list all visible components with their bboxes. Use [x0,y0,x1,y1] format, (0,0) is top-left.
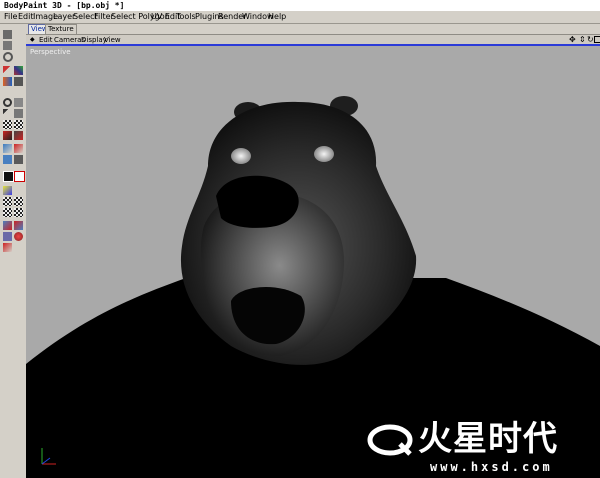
texture-tool-icon[interactable] [14,77,23,86]
render-tool-icon[interactable] [3,243,12,252]
scale-tool-icon[interactable] [3,41,12,50]
maximize-view-icon[interactable] [594,36,600,43]
material-tool-icon[interactable] [3,186,12,195]
watermark: 火星时代 www.hxsd.com [360,418,598,478]
window-title: BodyPaint 3D - [bp.obj *] [4,1,125,10]
uv-scale-icon[interactable] [14,208,23,217]
smudge-tool-icon[interactable] [14,131,23,140]
dropper-tool-icon[interactable] [3,144,12,153]
sponge-tool-icon[interactable] [14,155,23,164]
uv-project-icon[interactable] [3,232,12,241]
channel-tool-icon[interactable] [3,197,12,206]
title-bar: BodyPaint 3D - [bp.obj *] [0,0,600,11]
uv-relax-icon[interactable] [14,221,23,230]
paint-tool-icon[interactable] [14,66,23,75]
eraser-tool-icon[interactable] [14,109,23,118]
checker-a-icon[interactable] [3,120,12,129]
magnify-tool-icon[interactable] [3,98,12,107]
watermark-brand: 火星时代 [418,419,558,459]
uv-checker-icon[interactable] [14,197,23,206]
menu-bar: File Edit Image Layer Select Filter Sele… [0,11,600,24]
uv-rotate-icon[interactable] [3,221,12,230]
menu-help[interactable]: Help [268,11,286,23]
tool-palette [0,24,27,478]
menu-edit[interactable]: Edit [18,11,34,23]
checker-b-icon[interactable] [14,120,23,129]
perspective-viewport[interactable]: Perspective [26,44,600,478]
watermark-url: www.hxsd.com [430,460,553,474]
menu-file[interactable]: File [4,11,17,23]
fg-color-icon[interactable] [3,171,14,182]
bucket-tool-icon[interactable] [3,155,12,164]
brush-tool-icon[interactable] [3,66,12,75]
uv-move-icon[interactable] [3,208,12,217]
move-tool-icon[interactable] [3,30,12,39]
rotate-tool-icon[interactable] [3,52,13,62]
view-tabs: View Texture [26,24,600,34]
menu-tools[interactable]: Tools [176,11,196,23]
clone-tool-icon[interactable] [3,131,12,140]
pen-tool-icon[interactable] [3,109,12,118]
select-tool-icon[interactable] [14,98,23,107]
bg-color-icon[interactable] [14,171,25,182]
layer-tool-icon[interactable] [3,77,12,86]
fill-tool-icon[interactable] [14,144,23,153]
uv-sphere-icon[interactable] [14,232,23,241]
tab-texture[interactable]: Texture [45,24,77,34]
bear-model [26,96,600,478]
menu-layer[interactable]: Layer [53,11,75,23]
